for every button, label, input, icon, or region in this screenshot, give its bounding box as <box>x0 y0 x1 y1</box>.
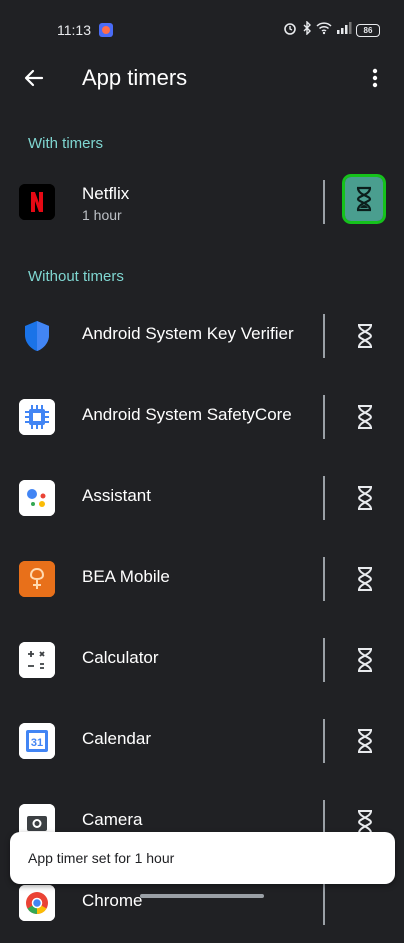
hourglass-icon <box>356 186 372 212</box>
app-name: Netflix <box>82 184 130 203</box>
divider <box>323 180 325 224</box>
divider <box>323 557 325 601</box>
app-row[interactable]: BEA Mobile <box>0 539 404 619</box>
calendar-icon: 31 <box>19 723 55 759</box>
app-name: Assistant <box>82 486 151 505</box>
app-row[interactable]: Calculator <box>0 620 404 700</box>
app-name: Camera <box>82 810 143 829</box>
hourglass-icon <box>357 324 373 348</box>
calendar-icon-day: 31 <box>31 737 43 749</box>
alarm-icon <box>282 21 298 40</box>
hourglass-icon <box>357 729 373 753</box>
hourglass-icon <box>357 486 373 510</box>
app-row[interactable]: 31 Calendar <box>0 701 404 781</box>
timer-button[interactable] <box>345 478 385 518</box>
app-bar: App timers <box>0 58 404 102</box>
app-row[interactable]: Android System SafetyCore <box>0 377 404 457</box>
timer-button[interactable] <box>345 721 385 761</box>
app-name: Chrome <box>82 891 143 910</box>
divider <box>323 638 325 682</box>
chip-icon <box>19 399 55 435</box>
app-name: Android System Key Verifier <box>82 324 294 343</box>
divider <box>323 314 325 358</box>
signal-icon <box>336 21 352 39</box>
back-arrow-icon[interactable] <box>22 66 46 90</box>
status-icons: 86 <box>282 19 380 40</box>
app-name: Calculator <box>82 648 159 667</box>
section-label-with-timers: With timers <box>28 135 103 152</box>
wifi-icon <box>316 21 332 40</box>
status-time: 11:13 <box>57 22 91 38</box>
hourglass-icon <box>357 405 373 429</box>
divider <box>323 476 325 520</box>
bluetooth-icon <box>302 19 312 40</box>
timer-button[interactable] <box>345 640 385 680</box>
chrome-icon <box>19 885 55 921</box>
app-timer-value: 1 hour <box>82 207 122 223</box>
toast-message: App timer set for 1 hour <box>28 850 175 866</box>
app-name: BEA Mobile <box>82 567 170 586</box>
netflix-icon <box>19 184 55 220</box>
gesture-nav-handle[interactable] <box>140 894 264 898</box>
app-row[interactable]: Assistant <box>0 458 404 538</box>
app-name: Calendar <box>82 729 151 748</box>
divider <box>323 395 325 439</box>
timer-button-netflix[interactable] <box>345 177 383 221</box>
section-label-without-timers: Without timers <box>28 268 124 285</box>
hourglass-icon <box>357 567 373 591</box>
hourglass-icon <box>357 648 373 672</box>
status-bar: 11:13 86 <box>0 0 404 58</box>
bea-mobile-icon <box>19 561 55 597</box>
timer-button[interactable] <box>345 559 385 599</box>
toast: App timer set for 1 hour <box>10 832 395 884</box>
app-row[interactable]: Android System Key Verifier <box>0 296 404 376</box>
assistant-icon <box>19 480 55 516</box>
app-name: Android System SafetyCore <box>82 405 292 424</box>
timer-button[interactable] <box>345 397 385 437</box>
more-options-icon[interactable] <box>363 66 387 90</box>
divider <box>323 719 325 763</box>
calculator-icon <box>19 642 55 678</box>
page-title: App timers <box>82 65 188 90</box>
battery-icon: 86 <box>356 23 380 37</box>
divider <box>323 881 325 925</box>
shield-icon <box>19 318 55 354</box>
timer-button[interactable] <box>345 316 385 356</box>
notification-app-icon <box>98 22 114 38</box>
